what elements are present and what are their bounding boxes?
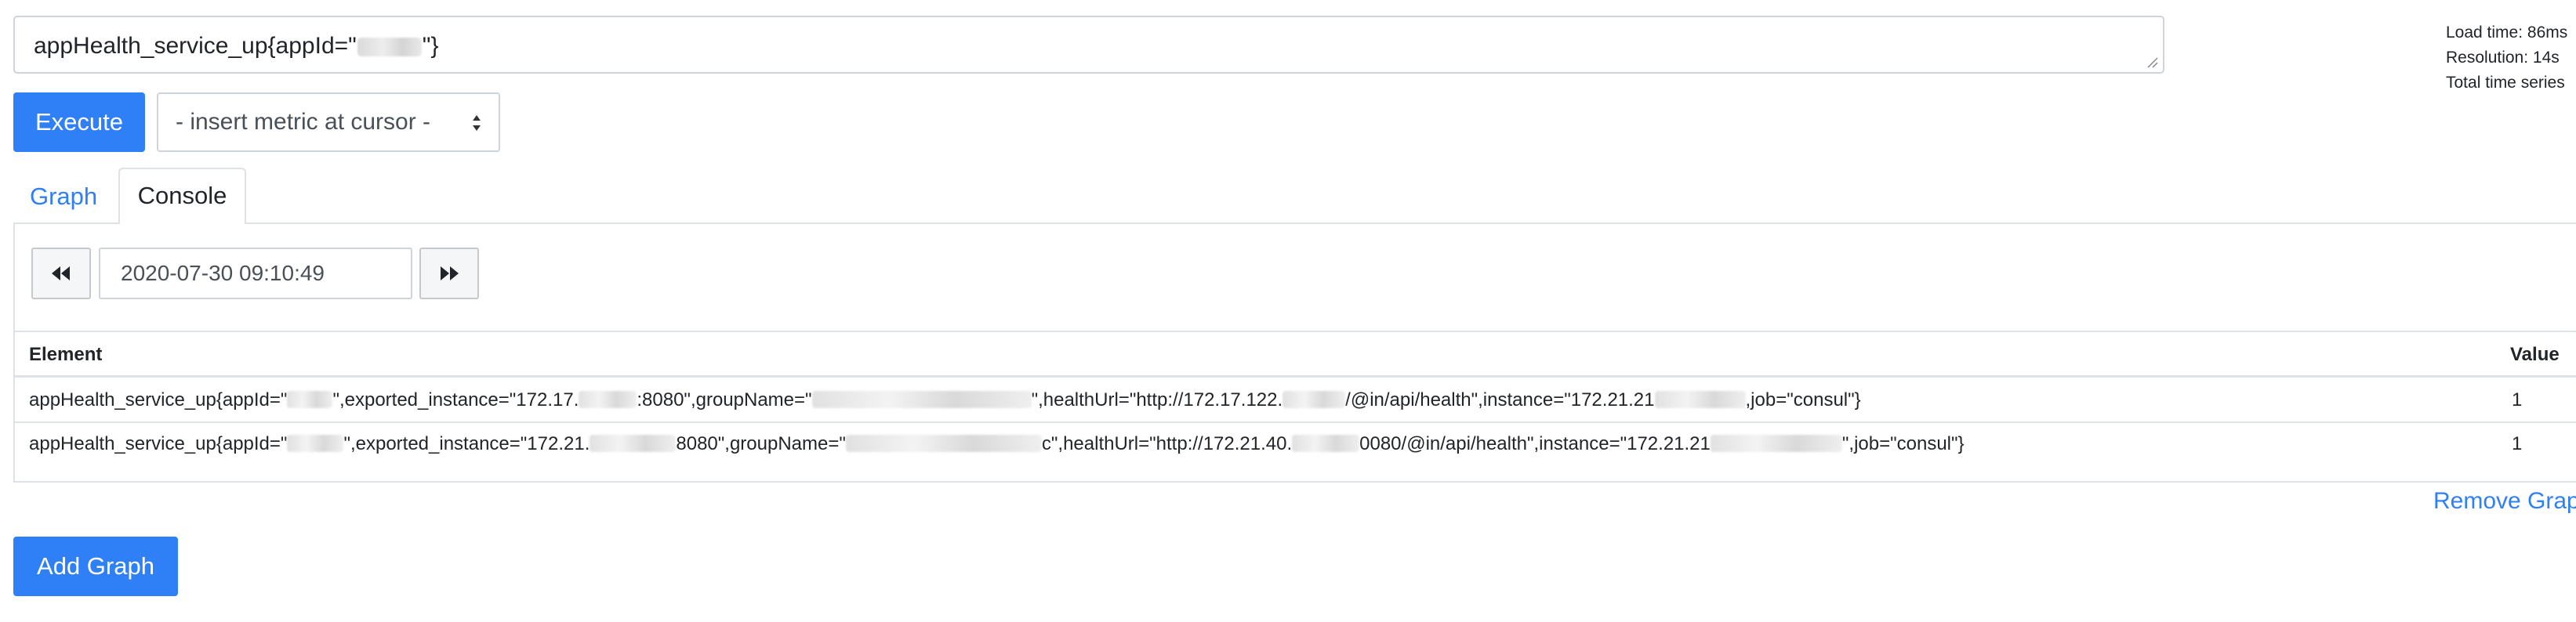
table-row-value: 1 [2512,433,2523,454]
tab-graph[interactable]: Graph [30,171,97,222]
expression-input[interactable]: appHealth_service_up{appId=" "} [13,16,2164,74]
table-row-element: appHealth_service_up{appId=" ",exported_i… [29,389,1861,410]
table-row-element: appHealth_service_up{appId=" ",exported_i… [29,433,1965,454]
query-stats: Load time: 86ms Resolution: 14s Total ti… [2446,20,2567,96]
table-top-rule [15,331,2576,332]
expression-suffix: "} [422,33,439,59]
load-time: Load time: 86ms [2446,24,2568,42]
resolution: Resolution: 14s [2446,49,2560,67]
resize-grip-icon[interactable] [2146,56,2158,68]
fast-backward-icon [52,266,70,280]
column-header-element: Element [29,344,103,365]
select-updown-icon [473,115,481,131]
table-row-value: 1 [2512,389,2523,410]
add-graph-button[interactable]: Add Graph [13,537,178,596]
insert-metric-select[interactable]: - insert metric at cursor - [157,92,500,152]
evaluation-time-input[interactable]: 2020-07-30 09:10:49 [99,248,412,299]
insert-metric-select-value: - insert metric at cursor - [176,109,431,135]
tab-console[interactable]: Console [118,168,246,224]
remove-graph-link[interactable]: Remove Graph [2433,486,2576,517]
execute-button[interactable]: Execute [13,92,145,152]
column-header-value: Value [2510,344,2560,365]
table-header-rule [15,375,2576,378]
fast-forward-icon [441,266,459,280]
table-row-rule [15,421,2576,423]
total-time-series: Total time series [2446,74,2565,92]
expression-prefix: appHealth_service_up{appId=" [34,33,357,59]
time-back-button[interactable] [31,248,91,299]
redacted-app-id [357,38,422,56]
time-forward-button[interactable] [419,248,479,299]
